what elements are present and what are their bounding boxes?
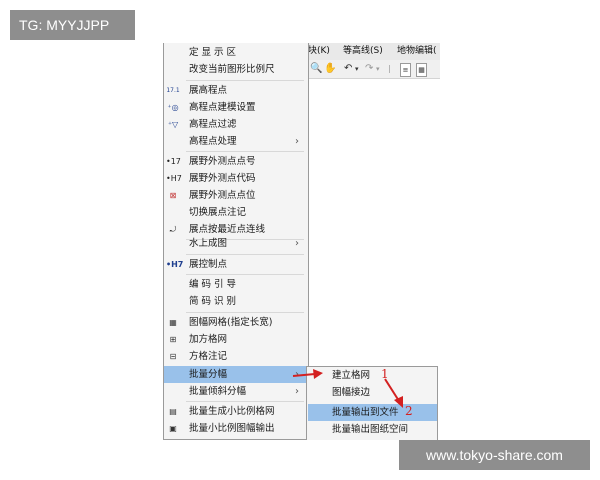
cass-screenshot: 块(K) 等高线(S) 地物编辑( 🔍 ✋ ↶ ▾ ↷ ▾ | ≡ ▦ 定 显 … [163,43,440,440]
annotation-step-1: 1 [381,367,389,381]
arrow-to-create-grid [292,373,316,377]
arrow-head-icon [394,396,403,408]
arrow-head-icon [313,369,323,379]
annotation-step-2: 2 [405,404,413,418]
watermark-top-left: TG: MYYJJPP [10,10,135,40]
watermark-bottom-right: www.tokyo-share.com [399,440,590,470]
annotation-arrows [292,369,403,408]
arrow-to-output-file [384,378,400,402]
